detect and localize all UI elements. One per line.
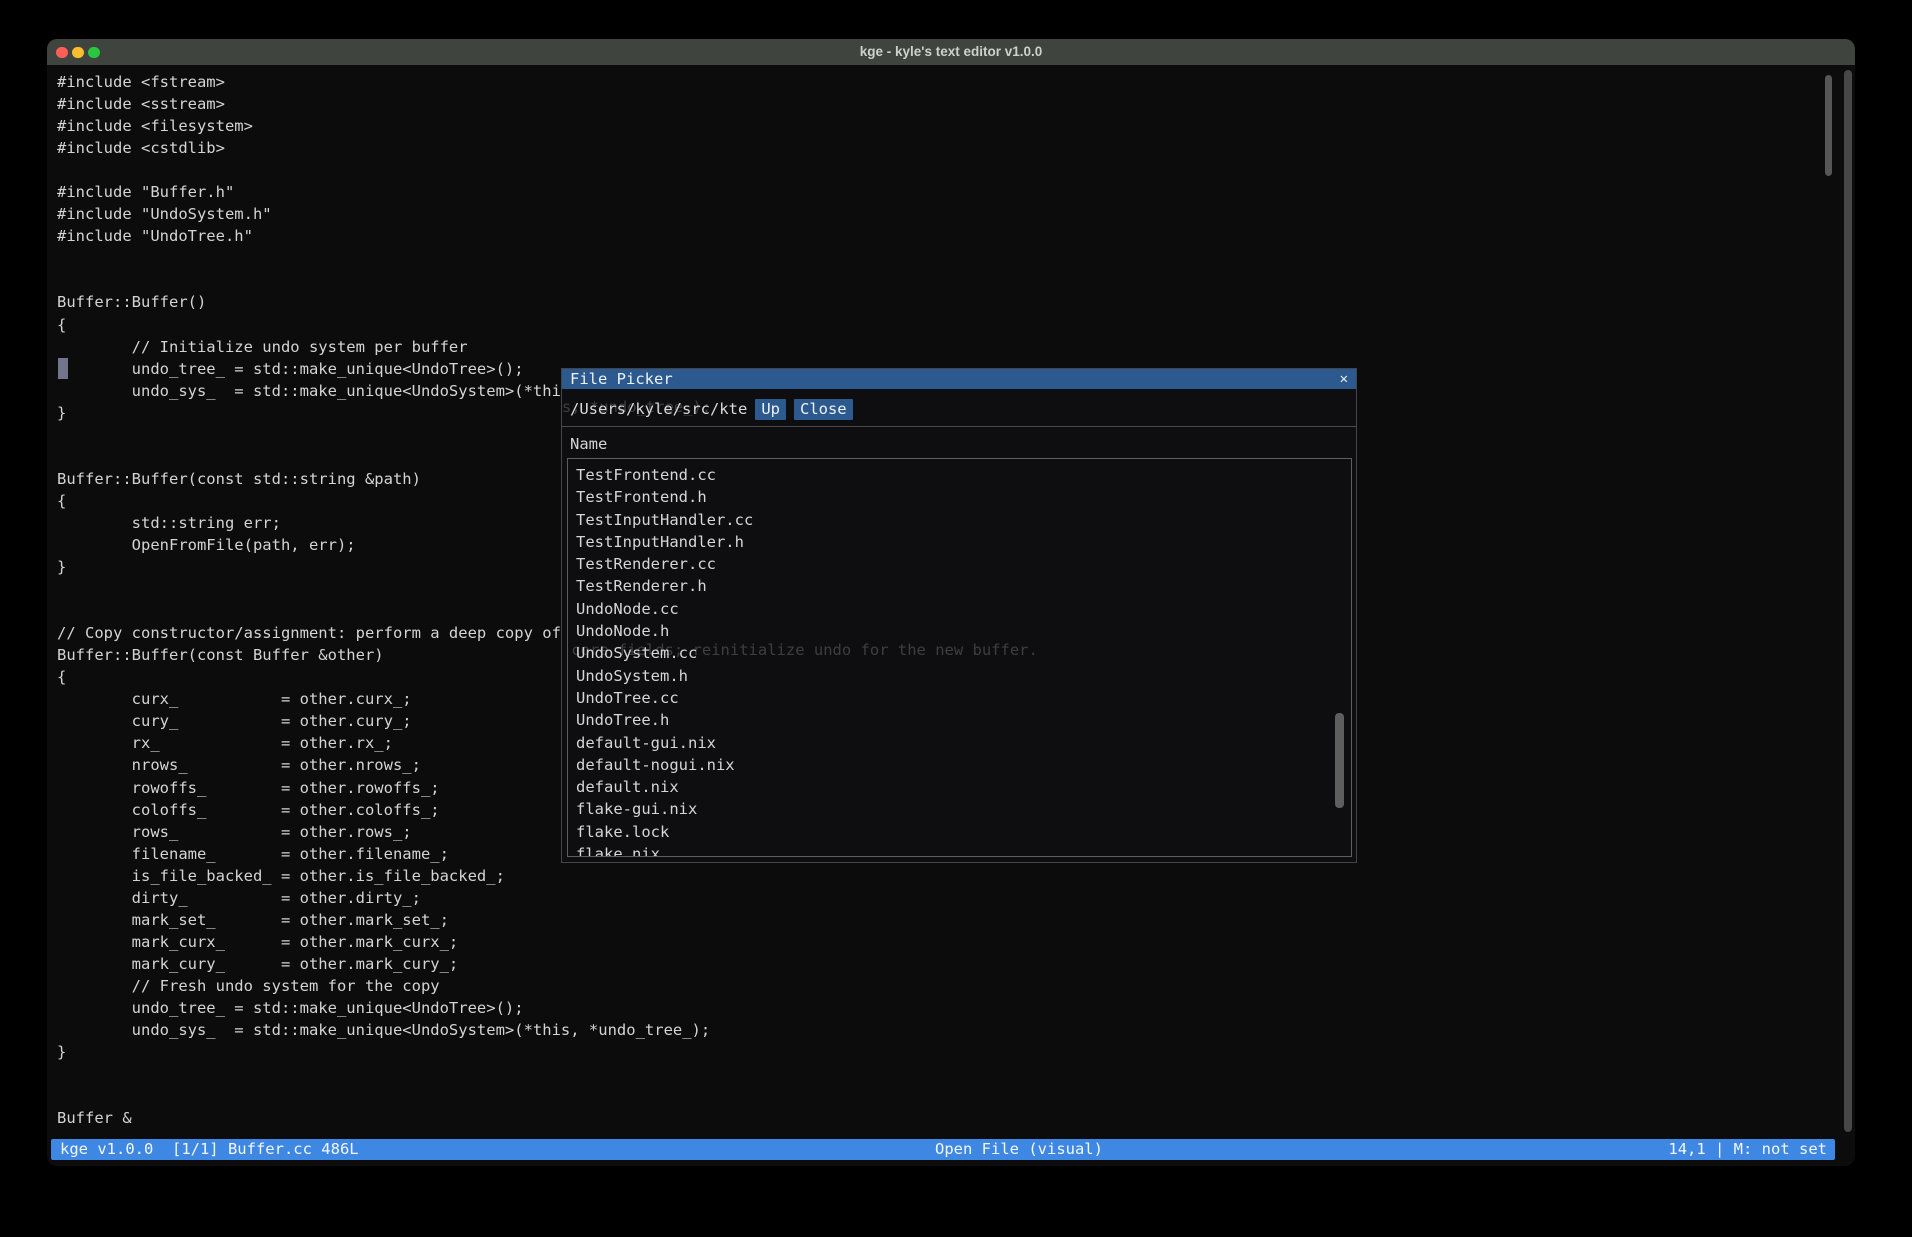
app-window: kge - kyle's text editor v1.0.0 #include… [47, 39, 1855, 1166]
file-list-item[interactable]: UndoSystem.h [576, 665, 1351, 687]
file-list-item[interactable]: TestRenderer.cc [576, 553, 1351, 575]
file-list-item[interactable]: default.nix [576, 776, 1351, 798]
file-list-item[interactable]: UndoNode.h [576, 620, 1351, 642]
up-button[interactable]: Up [755, 399, 786, 420]
file-list-item[interactable]: UndoTree.cc [576, 687, 1351, 709]
file-list-item[interactable]: flake.nix [576, 843, 1351, 857]
file-list-scrollbar-thumb[interactable] [1335, 713, 1344, 808]
file-picker-title: File Picker [570, 369, 673, 389]
status-mode: Open File (visual) [935, 1139, 1103, 1160]
window-title: kge - kyle's text editor v1.0.0 [47, 39, 1855, 65]
file-list-item[interactable]: TestInputHandler.h [576, 531, 1351, 553]
status-bar: kge v1.0.0 [1/1] Buffer.cc 486L Open Fil… [51, 1139, 1835, 1160]
file-list-item[interactable]: TestRenderer.h [576, 575, 1351, 597]
file-list-item[interactable]: default-nogui.nix [576, 754, 1351, 776]
editor-cursor [58, 358, 68, 379]
window-scrollbar-track[interactable] [1844, 70, 1852, 1132]
file-list-item[interactable]: flake-gui.nix [576, 798, 1351, 820]
file-picker-path-row: /Users/kyle/src/kte Up Close [570, 397, 853, 421]
file-list-item[interactable]: flake.lock [576, 821, 1351, 843]
file-list-item[interactable]: TestFrontend.cc [576, 464, 1351, 486]
file-list[interactable]: TestFrontend.ccTestFrontend.hTestInputHa… [567, 458, 1352, 857]
status-cursor-position: 14,1 | M: not set [1668, 1139, 1827, 1160]
name-column-header: Name [570, 433, 607, 455]
file-list-item[interactable]: TestFrontend.h [576, 486, 1351, 508]
file-list-item[interactable]: UndoSystem.cc [576, 642, 1351, 664]
window-titlebar[interactable]: kge - kyle's text editor v1.0.0 [47, 39, 1855, 65]
file-list-item[interactable]: default-gui.nix [576, 732, 1351, 754]
file-picker-dialog: undo_sys_ = std::make_unique<UndoSystem>… [561, 368, 1357, 863]
close-icon[interactable]: ✕ [1340, 369, 1348, 389]
status-app-info: kge v1.0.0 [1/1] Buffer.cc 486L [60, 1139, 359, 1160]
file-list-item[interactable]: UndoNode.cc [576, 598, 1351, 620]
file-list-item[interactable]: TestInputHandler.cc [576, 509, 1351, 531]
divider [562, 426, 1356, 427]
close-button[interactable]: Close [794, 399, 853, 420]
file-list-item[interactable]: UndoTree.h [576, 709, 1351, 731]
current-path: /Users/kyle/src/kte [570, 400, 747, 418]
editor-scrollbar-thumb[interactable] [1825, 75, 1832, 176]
file-picker-titlebar[interactable]: File Picker ✕ [562, 369, 1356, 389]
